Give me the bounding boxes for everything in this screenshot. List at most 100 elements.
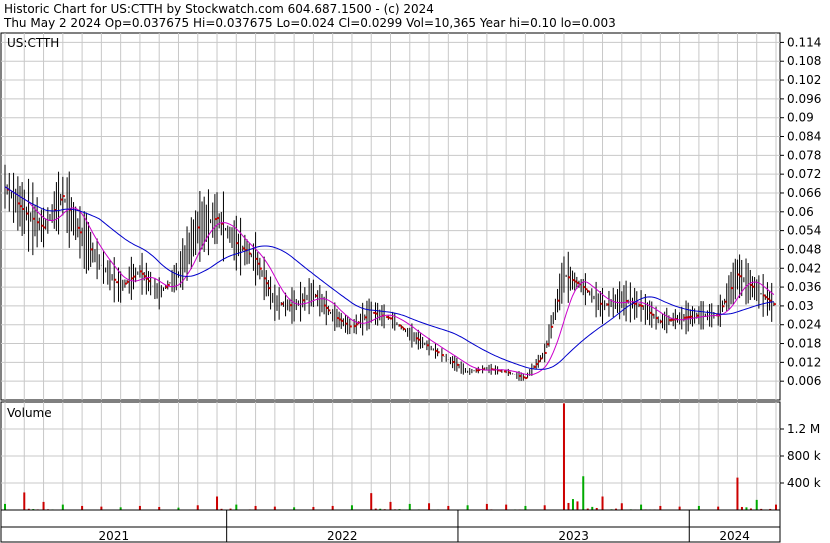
volume-tick-label: 1.2 M <box>787 422 820 436</box>
volume-bar <box>505 504 508 510</box>
close-mark <box>769 299 772 302</box>
close-mark <box>388 316 391 319</box>
close-mark <box>441 354 444 357</box>
close-mark <box>544 351 547 354</box>
volume-bar <box>601 496 604 510</box>
close-mark <box>236 242 239 245</box>
volume-bar <box>42 501 45 510</box>
close-mark <box>133 275 136 278</box>
price-tick-label: 0.03 <box>787 299 814 313</box>
price-tick-label: 0.018 <box>787 337 821 351</box>
close-mark <box>144 275 147 278</box>
close-mark <box>345 322 348 325</box>
close-mark <box>22 208 25 211</box>
close-mark <box>375 312 378 315</box>
volume-bar <box>562 403 565 510</box>
volume-bar <box>61 504 64 510</box>
close-mark <box>551 325 554 328</box>
close-mark <box>43 226 46 229</box>
close-mark <box>724 300 727 303</box>
price-tick-label: 0.09 <box>787 111 814 125</box>
close-mark <box>600 302 603 305</box>
price-tick-label: 0.108 <box>787 54 821 68</box>
volume-bar <box>235 504 238 510</box>
close-mark <box>341 319 344 322</box>
close-mark <box>79 231 82 234</box>
close-mark <box>668 319 671 322</box>
close-mark <box>124 282 127 285</box>
close-mark <box>536 363 539 366</box>
close-mark <box>62 195 65 198</box>
close-mark <box>750 283 753 286</box>
close-mark <box>739 275 742 278</box>
price-tick-label: 0.042 <box>787 261 821 275</box>
close-mark <box>399 324 402 327</box>
price-tick-label: 0.054 <box>787 224 821 238</box>
close-mark <box>217 217 220 220</box>
close-mark <box>281 302 284 305</box>
close-mark <box>257 262 260 265</box>
close-mark <box>576 281 579 284</box>
volume-panel-title: Volume <box>7 406 52 420</box>
volume-bar <box>408 503 411 510</box>
close-mark <box>131 277 134 280</box>
close-mark <box>114 278 117 281</box>
close-mark <box>373 311 376 314</box>
close-mark <box>435 349 438 352</box>
year-label: 2022 <box>327 529 358 543</box>
close-mark <box>165 286 168 289</box>
close-mark <box>525 377 528 380</box>
close-mark <box>456 363 459 366</box>
close-mark <box>214 218 217 221</box>
volume-bar <box>4 503 6 510</box>
close-mark <box>17 202 20 205</box>
close-mark <box>773 303 776 306</box>
year-label: 2024 <box>719 529 750 543</box>
volume-bar <box>485 503 488 510</box>
price-tick-label: 0.072 <box>787 167 821 181</box>
close-mark <box>765 296 768 299</box>
close-mark <box>683 316 686 319</box>
volume-bar <box>466 505 469 510</box>
volume-bar <box>100 506 103 510</box>
volume-bar <box>138 505 141 510</box>
close-mark <box>266 282 269 285</box>
volume-bar <box>524 505 527 510</box>
close-mark <box>557 299 560 302</box>
close-mark <box>364 316 367 319</box>
volume-bar <box>678 506 681 510</box>
volume-bar <box>81 505 84 510</box>
volume-bar <box>775 504 777 510</box>
close-mark <box>690 315 693 318</box>
close-mark <box>60 198 63 201</box>
price-tick-label: 0.024 <box>787 318 821 332</box>
volume-bar <box>350 505 353 510</box>
close-mark <box>339 318 342 321</box>
close-mark <box>523 376 526 379</box>
price-tick-label: 0.06 <box>787 205 814 219</box>
close-mark <box>328 309 331 312</box>
close-mark <box>289 304 292 307</box>
close-mark <box>349 325 352 328</box>
close-mark <box>386 316 389 319</box>
close-mark <box>660 320 663 323</box>
close-mark <box>139 270 142 273</box>
close-mark <box>326 306 329 309</box>
volume-bar <box>717 506 720 510</box>
close-mark <box>437 351 440 354</box>
volume-bar <box>23 492 26 510</box>
close-mark <box>504 370 507 373</box>
volume-bar <box>582 476 585 510</box>
close-mark <box>37 221 40 224</box>
close-mark <box>403 327 406 330</box>
volume-y-axis: 1.2 M 800 k 400 k <box>780 422 821 490</box>
price-tick-label: 0.066 <box>787 186 821 200</box>
close-mark <box>533 365 536 368</box>
close-mark <box>116 281 119 284</box>
price-y-axis: 0.114 0.108 0.102 0.096 0.09 0.084 0.078 0.072 0… <box>780 35 821 388</box>
volume-bar <box>196 505 199 510</box>
close-mark <box>508 371 511 374</box>
price-tick-label: 0.048 <box>787 242 821 256</box>
close-mark <box>142 272 145 275</box>
volume-bar <box>697 505 700 510</box>
